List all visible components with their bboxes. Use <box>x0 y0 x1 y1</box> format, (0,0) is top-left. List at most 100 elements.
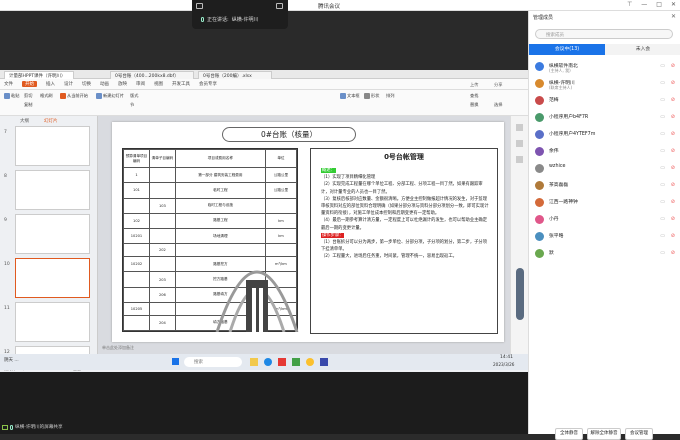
copy-button[interactable]: 复制 <box>24 102 32 108</box>
shape-button[interactable]: 形状 <box>364 93 379 99</box>
slides-tab[interactable]: 幻灯片 <box>44 118 58 124</box>
format-painter-button[interactable]: 格式刷 <box>40 93 53 99</box>
mic-muted-icon[interactable]: ⊘ <box>671 63 675 69</box>
tab-ppt[interactable]: 计量部HPPT课件（许明川） <box>4 71 74 79</box>
slide-thumbnail[interactable] <box>15 170 90 210</box>
excel-icon[interactable] <box>292 358 300 366</box>
mic-muted-icon[interactable]: ⊘ <box>671 80 675 86</box>
menu-transition[interactable]: 切换 <box>82 81 91 87</box>
member-row[interactable]: 张平略 ▭ ⊘ <box>529 229 680 246</box>
tool-icon[interactable] <box>516 140 523 147</box>
menu-slideshow[interactable]: 放映 <box>118 81 127 87</box>
mic-muted-icon[interactable]: ⊘ <box>671 199 675 205</box>
section-button[interactable]: 节 <box>130 102 134 108</box>
menu-review[interactable]: 审阅 <box>136 81 145 87</box>
menu-animation[interactable]: 动画 <box>100 81 109 87</box>
member-row[interactable]: 默 ▭ ⊘ <box>529 246 680 263</box>
slide-thumbnail[interactable] <box>15 126 90 166</box>
mute-all-button[interactable]: 全体静音 <box>555 428 583 440</box>
mic-muted-icon[interactable]: ⊘ <box>671 114 675 120</box>
slide-notes-placeholder[interactable]: 单击此处添加备注 <box>102 345 134 351</box>
menu-vip[interactable]: 会员专享 <box>199 81 217 87</box>
tab-in-meeting[interactable]: 会议中(13) <box>529 44 605 55</box>
camera-off-icon[interactable]: ▭ <box>660 148 665 154</box>
camera-off-icon[interactable]: ▭ <box>660 182 665 188</box>
pin-icon[interactable]: ⊤ <box>627 1 632 8</box>
paste-button[interactable]: 粘贴 <box>4 93 19 99</box>
member-row[interactable]: wzhice ▭ ⊘ <box>529 161 680 178</box>
tool-icon[interactable] <box>516 156 523 163</box>
menu-view[interactable]: 视图 <box>154 81 163 87</box>
minimize-icon[interactable]: — <box>641 1 647 8</box>
folder-icon[interactable] <box>250 358 258 366</box>
camera-off-icon[interactable]: ▭ <box>660 114 665 120</box>
tab-xlsx[interactable]: 0号台账（200编）.xlsx <box>198 71 272 79</box>
member-search-input[interactable]: 搜索成员 <box>535 29 673 39</box>
camera-off-icon[interactable]: ▭ <box>660 216 665 222</box>
member-row[interactable]: 纵横-许明川 (联席主持人) ▭ ⊘ <box>529 76 680 93</box>
mic-muted-icon[interactable]: ⊘ <box>671 182 675 188</box>
layout-icon[interactable] <box>276 3 283 9</box>
member-row[interactable]: 小程序用户b4F7R ▭ ⊘ <box>529 110 680 127</box>
menu-insert[interactable]: 插入 <box>46 81 55 87</box>
wps-icon[interactable] <box>278 358 286 366</box>
screen-icon[interactable] <box>196 3 203 9</box>
windows-icon[interactable] <box>172 358 179 365</box>
member-row[interactable]: 茶高磊磊 ▭ ⊘ <box>529 178 680 195</box>
menu-file[interactable]: 文件 <box>4 81 13 87</box>
tool-icon[interactable] <box>516 124 523 131</box>
camera-off-icon[interactable]: ▭ <box>660 63 665 69</box>
menu-design[interactable]: 设计 <box>64 81 73 87</box>
mic-muted-icon[interactable]: ⊘ <box>671 165 675 171</box>
textbox-button[interactable]: 文本框 <box>340 93 360 99</box>
outline-tab[interactable]: 大纲 <box>20 118 29 124</box>
tab-not-joined[interactable]: 未入会 <box>605 44 680 55</box>
menu-devtools[interactable]: 开发工具 <box>172 81 190 87</box>
find-button[interactable]: 查找 <box>470 93 478 99</box>
share-button[interactable]: 分享 <box>494 82 502 88</box>
member-row[interactable]: 纵横软件南北 (主持人, 我) ▭ ⊘ <box>529 59 680 76</box>
cut-button[interactable]: 剪切 <box>24 93 32 99</box>
menu-home[interactable]: 开始 <box>22 81 37 87</box>
camera-off-icon[interactable]: ▭ <box>660 97 665 103</box>
mic-muted-icon[interactable]: ⊘ <box>671 148 675 154</box>
mic-muted-icon[interactable]: ⊘ <box>671 216 675 222</box>
unmute-all-button[interactable]: 解除全体静音 <box>587 428 621 440</box>
close-icon[interactable]: ✕ <box>671 1 676 8</box>
camera-off-icon[interactable]: ▭ <box>660 131 665 137</box>
mic-muted-icon[interactable]: ⊘ <box>671 250 675 256</box>
member-row[interactable]: 范梅 ▭ ⊘ <box>529 93 680 110</box>
member-row[interactable]: 小程序用户4YTEF7m ▭ ⊘ <box>529 127 680 144</box>
camera-off-icon[interactable]: ▭ <box>660 233 665 239</box>
slide-thumbnail-selected[interactable] <box>15 258 90 298</box>
layout-button[interactable]: 版式 <box>130 93 138 99</box>
mic-muted-icon[interactable]: ⊘ <box>671 97 675 103</box>
camera-off-icon[interactable]: ▭ <box>660 80 665 86</box>
taskbar-search[interactable]: 搜索 <box>184 357 242 367</box>
select-button[interactable]: 选择 <box>494 102 502 108</box>
camera-off-icon[interactable]: ▭ <box>660 250 665 256</box>
floating-toolbar[interactable] <box>516 268 524 320</box>
maximize-icon[interactable]: □ <box>656 1 662 8</box>
mic-muted-icon[interactable]: ⊘ <box>671 131 675 137</box>
slide-thumbnail[interactable] <box>15 302 90 342</box>
upload-button[interactable]: 上传 <box>470 82 478 88</box>
tab-dbf[interactable]: 0号台账（400...200kx8.dbf） <box>110 71 194 79</box>
new-slide-button[interactable]: 新建幻灯片 <box>96 93 124 99</box>
play-from-current-button[interactable]: 从当前开始 <box>60 93 88 99</box>
close-icon[interactable]: ✕ <box>671 13 676 20</box>
mic-muted-icon[interactable]: ⊘ <box>671 233 675 239</box>
member-row[interactable]: 江西一路神钟 ▭ ⊘ <box>529 195 680 212</box>
meeting-manage-button[interactable]: 会议管理 <box>625 428 653 440</box>
slide-thumbnail[interactable] <box>15 214 90 254</box>
chrome-icon[interactable] <box>306 358 314 366</box>
replace-button[interactable]: 替换 <box>470 102 478 108</box>
camera-off-icon[interactable]: ▭ <box>660 199 665 205</box>
arrange-button[interactable]: 排列 <box>386 93 394 99</box>
edge-icon[interactable] <box>264 358 272 366</box>
member-row[interactable]: 余伟 ▭ ⊘ <box>529 144 680 161</box>
member-row[interactable]: 小丹 ▭ ⊘ <box>529 212 680 229</box>
slide[interactable]: 0#台账（核量） 预算清单项目编码 清单子目编码 项目或费用名称 单位 1 第一部… <box>112 122 504 342</box>
meeting-app-icon[interactable] <box>320 358 328 366</box>
camera-off-icon[interactable]: ▭ <box>660 165 665 171</box>
